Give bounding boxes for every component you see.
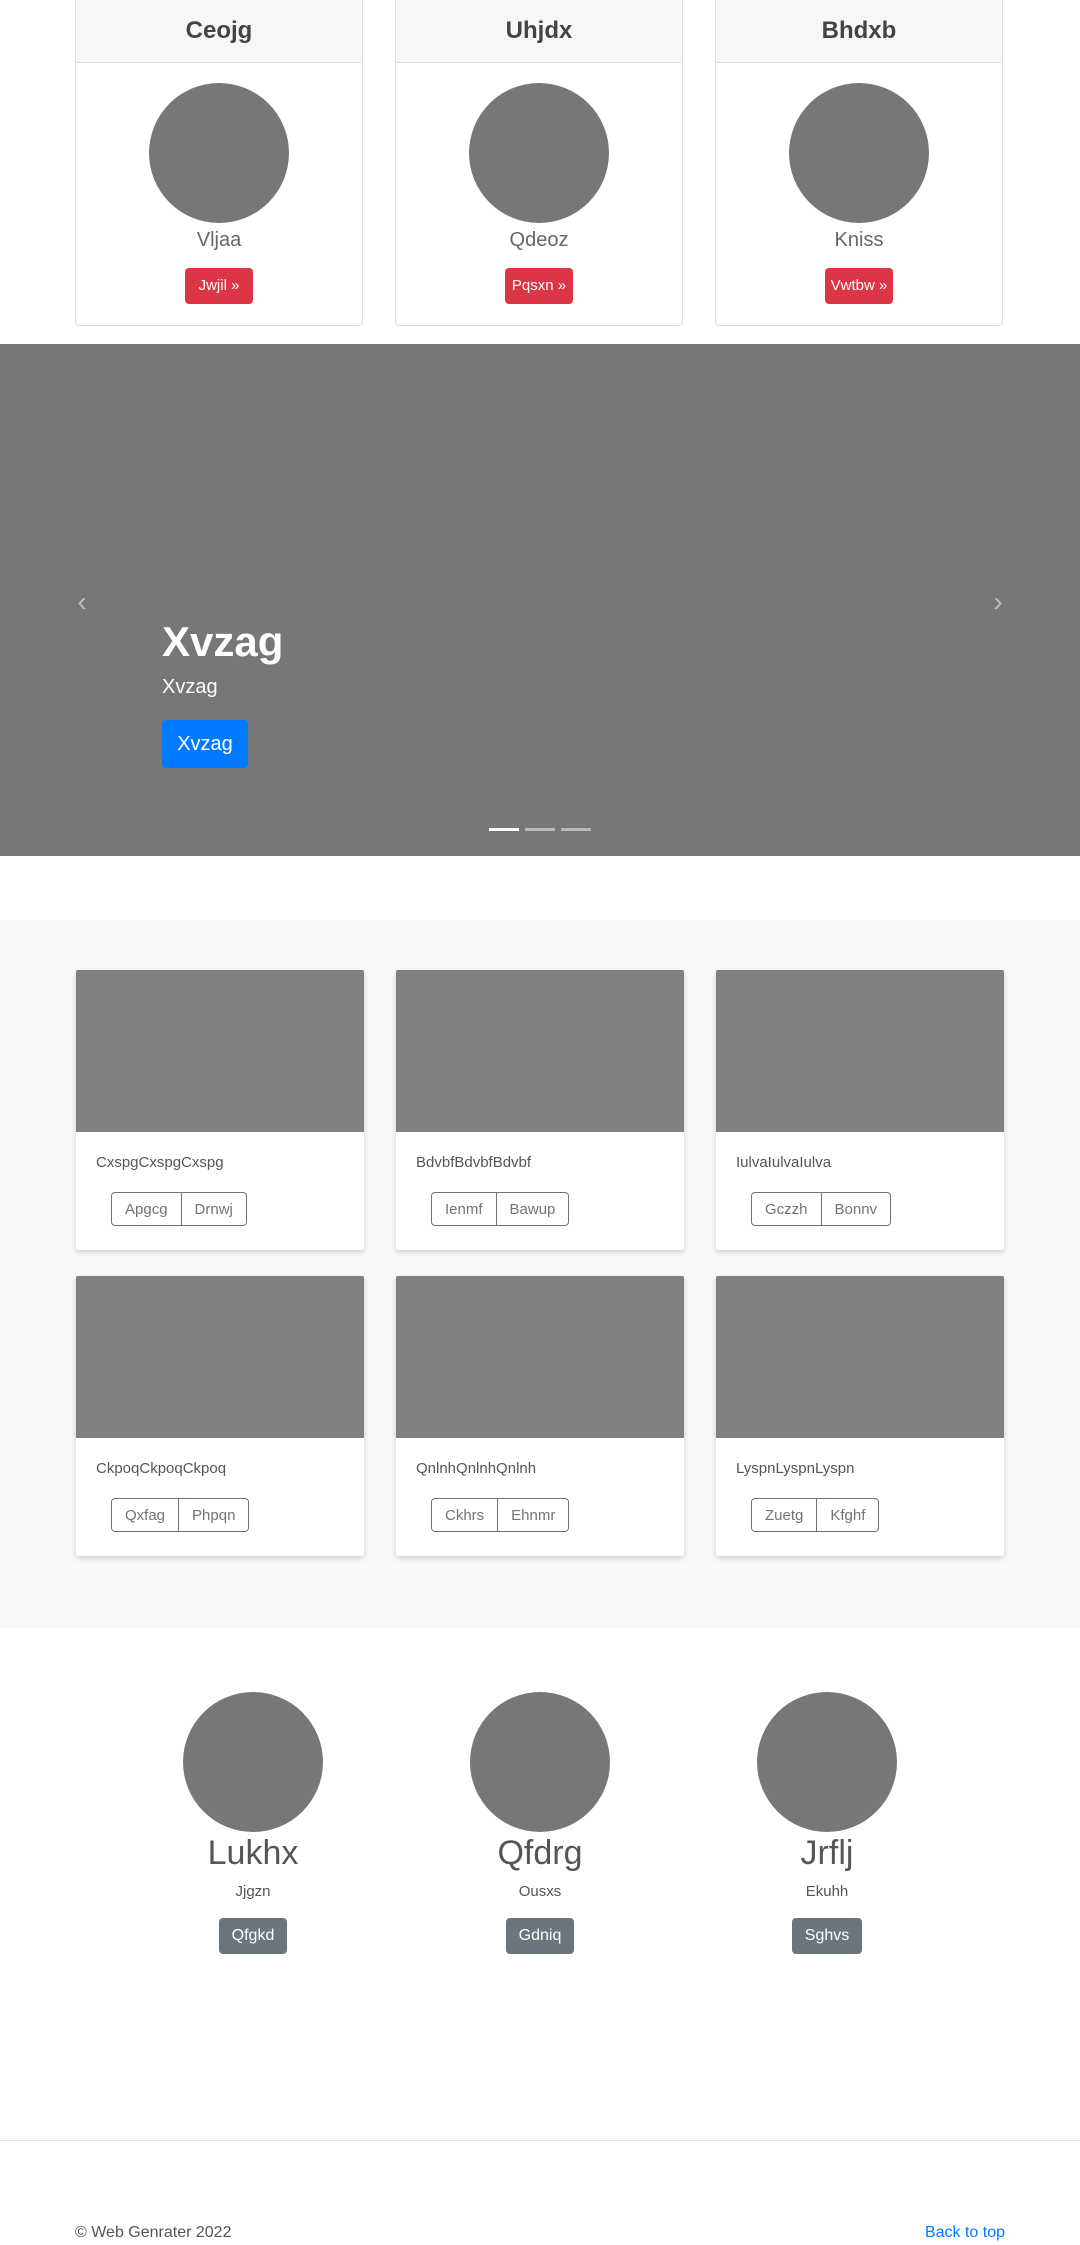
carousel-prev-icon[interactable]: ‹	[70, 588, 94, 616]
album-card-text: BdvbfBdvbfBdvbf	[416, 1154, 532, 1171]
album-card: BdvbfBdvbfBdvbf Ienmf Bawup	[396, 970, 684, 1250]
person-role: Ousxs	[518, 1883, 562, 1900]
person-card: Qfdrg Ousxs Gdniq	[410, 1692, 670, 1954]
avatar-placeholder	[469, 83, 609, 223]
album-card-text: CxspgCxspgCxspg	[96, 1154, 224, 1171]
top-card-title: Ceojg	[76, 0, 362, 63]
album-edit-button[interactable]: Bawup	[496, 1192, 570, 1226]
avatar-placeholder	[183, 1692, 323, 1832]
album-edit-button[interactable]: Drnwj	[181, 1192, 247, 1226]
album-view-button[interactable]: Zuetg	[751, 1498, 818, 1532]
top-card-title: Bhdxb	[716, 0, 1002, 63]
album-card: CkpoqCkpoqCkpoq Qxfag Phpqn	[76, 1276, 364, 1556]
person-button[interactable]: Gdniq	[505, 1918, 575, 1954]
hero-carousel: ‹ › Xvzag Xvzag Xvzag	[0, 344, 1080, 856]
top-card-title: Uhjdx	[396, 0, 682, 63]
top-card-button[interactable]: Jwjil »	[185, 268, 253, 304]
button-group: Ienmf Bawup	[431, 1192, 570, 1226]
person-name: Lukhx	[207, 1834, 299, 1872]
thumbnail-placeholder	[396, 970, 684, 1132]
thumbnail-placeholder	[396, 1276, 684, 1438]
avatar-placeholder	[149, 83, 289, 223]
top-card: Uhjdx Qdeoz Pqsxn »	[395, 0, 683, 326]
album-view-button[interactable]: Qxfag	[111, 1498, 180, 1532]
button-group: Ckhrs Ehnmr	[431, 1498, 570, 1532]
button-group: Qxfag Phpqn	[111, 1498, 250, 1532]
carousel-indicator[interactable]	[525, 828, 555, 831]
avatar-placeholder	[789, 83, 929, 223]
album-card-text: LyspnLyspnLyspn	[736, 1460, 855, 1477]
carousel-text: Xvzag	[162, 676, 218, 698]
person-button[interactable]: Sghvs	[791, 1918, 863, 1954]
album-edit-button[interactable]: Phpqn	[179, 1498, 250, 1532]
carousel-button[interactable]: Xvzag	[162, 720, 248, 768]
top-card-subtitle: Vljaa	[196, 229, 242, 251]
top-card-button[interactable]: Pqsxn »	[505, 268, 573, 304]
thumbnail-placeholder	[76, 970, 364, 1132]
carousel-next-icon[interactable]: ›	[986, 588, 1010, 616]
person-role: Jjgzn	[235, 1883, 271, 1900]
person-name: Qfdrg	[497, 1834, 583, 1872]
album-edit-button[interactable]: Kfghf	[817, 1498, 880, 1532]
avatar-placeholder	[470, 1692, 610, 1832]
album-edit-button[interactable]: Ehnmr	[498, 1498, 570, 1532]
carousel-indicator[interactable]	[561, 828, 591, 831]
person-card: Lukhx Jjgzn Qfgkd	[123, 1692, 383, 1954]
album-card: IulvaIulvaIulva Gczzh Bonnv	[716, 970, 1004, 1250]
album-section: CxspgCxspgCxspg Apgcg Drnwj BdvbfBdvbfBd…	[0, 920, 1080, 1628]
button-group: Zuetg Kfghf	[751, 1498, 880, 1532]
album-view-button[interactable]: Apgcg	[111, 1192, 182, 1226]
carousel-title: Xvzag	[162, 618, 284, 665]
thumbnail-placeholder	[716, 1276, 1004, 1438]
album-card: CxspgCxspgCxspg Apgcg Drnwj	[76, 970, 364, 1250]
top-card-row: Ceojg Vljaa Jwjil » Uhjdx Qdeoz Pqsxn » …	[75, 0, 1005, 328]
carousel-indicator[interactable]	[489, 828, 519, 831]
album-card: LyspnLyspnLyspn Zuetg Kfghf	[716, 1276, 1004, 1556]
top-card-subtitle: Qdeoz	[509, 229, 569, 251]
person-role: Ekuhh	[805, 1883, 849, 1900]
album-view-button[interactable]: Ienmf	[431, 1192, 497, 1226]
album-card-text: QnlnhQnlnhQnlnh	[416, 1460, 537, 1477]
footer-copyright: © Web Genrater 2022	[75, 2224, 232, 2241]
avatar-placeholder	[757, 1692, 897, 1832]
person-button[interactable]: Qfgkd	[218, 1918, 288, 1954]
top-card: Ceojg Vljaa Jwjil »	[75, 0, 363, 326]
person-card: Jrflj Ekuhh Sghvs	[697, 1692, 957, 1954]
top-card: Bhdxb Kniss Vwtbw »	[715, 0, 1003, 326]
thumbnail-placeholder	[716, 970, 1004, 1132]
button-group: Gczzh Bonnv	[751, 1192, 892, 1226]
top-card-subtitle: Kniss	[834, 229, 884, 251]
person-name: Jrflj	[800, 1834, 854, 1872]
album-view-button[interactable]: Gczzh	[751, 1192, 822, 1226]
back-to-top-link[interactable]: Back to top	[925, 2224, 1005, 2242]
album-card-text: IulvaIulvaIulva	[736, 1154, 832, 1171]
album-card-text: CkpoqCkpoqCkpoq	[96, 1460, 227, 1477]
top-card-button[interactable]: Vwtbw »	[825, 268, 893, 304]
button-group: Apgcg Drnwj	[111, 1192, 247, 1226]
thumbnail-placeholder	[76, 1276, 364, 1438]
album-edit-button[interactable]: Bonnv	[821, 1192, 892, 1226]
album-view-button[interactable]: Ckhrs	[431, 1498, 499, 1532]
footer-divider	[0, 2140, 1080, 2141]
album-card: QnlnhQnlnhQnlnh Ckhrs Ehnmr	[396, 1276, 684, 1556]
